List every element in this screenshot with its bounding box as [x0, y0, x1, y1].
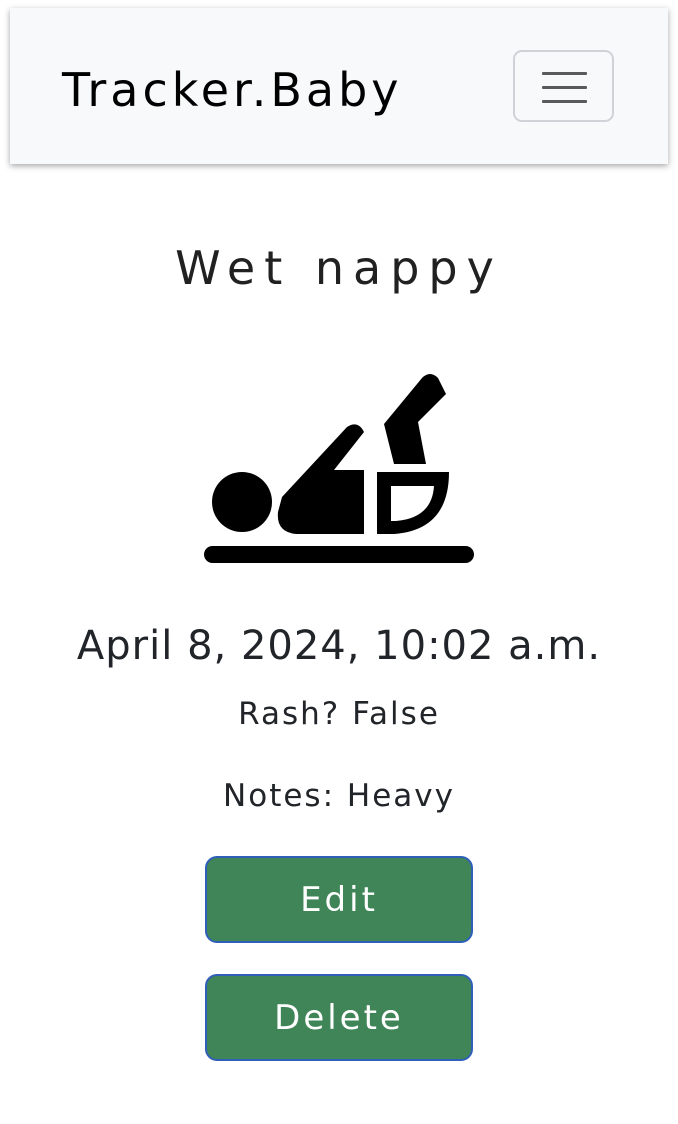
hamburger-menu-icon [542, 72, 587, 75]
entry-datetime: April 8, 2024, 10:02 a.m. [76, 623, 602, 669]
navbar: Tracker.Baby [10, 8, 668, 164]
page-title: Wet nappy [175, 241, 503, 295]
rash-status: Rash? False [238, 696, 440, 732]
navbar-toggler-button[interactable] [513, 50, 614, 122]
entry-notes: Notes: Heavy [223, 778, 455, 814]
delete-button[interactable]: Delete [205, 974, 473, 1061]
brand-logo-link[interactable]: Tracker.Baby [62, 62, 403, 118]
edit-button[interactable]: Edit [205, 856, 473, 943]
baby-changing-icon [204, 374, 474, 563]
